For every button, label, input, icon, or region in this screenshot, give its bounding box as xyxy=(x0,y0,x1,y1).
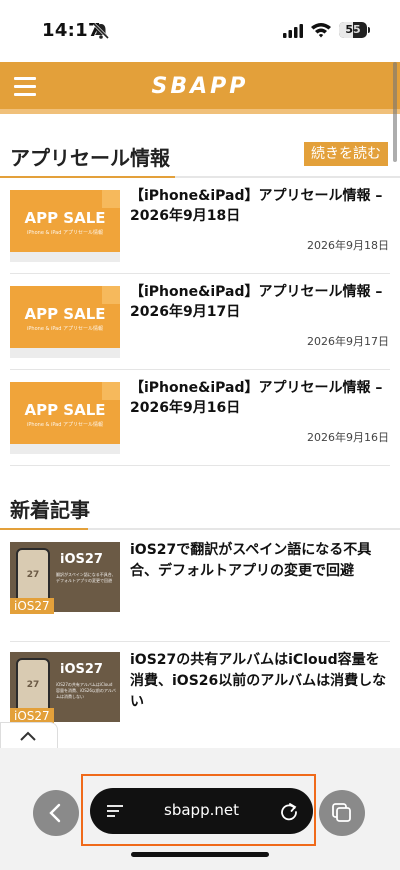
sale-section-title: アプリセール情報 xyxy=(10,146,170,170)
sale-list-item[interactable]: APP SALE iPhone & iPad アプリセール情報 【iPhone&… xyxy=(0,372,400,466)
read-more-button[interactable]: 続きを読む xyxy=(304,142,388,166)
sale-item-date: 2026年9月18日 xyxy=(307,239,389,252)
site-logo[interactable]: SBAPP xyxy=(0,74,400,99)
news-item-title[interactable]: iOS27で翻訳がスペイン語になる不具合、デフォルトアプリの変更で回避 xyxy=(130,540,392,582)
news-list-item[interactable]: 27 iOS27 iOS27の共有アルバムはiCloud容量を消費、iOS26以… xyxy=(0,642,400,752)
news-section-header: 新着記事 xyxy=(0,490,400,530)
sale-section-header: アプリセール情報 続きを読む xyxy=(0,138,400,178)
tabs-button[interactable] xyxy=(319,790,365,836)
cellular-signal-icon xyxy=(283,24,303,38)
chevron-left-icon xyxy=(49,803,61,823)
sale-item-date: 2026年9月17日 xyxy=(307,335,389,348)
status-bar: 14:17 55 xyxy=(0,0,400,62)
home-indicator[interactable] xyxy=(131,852,269,857)
sale-list-item[interactable]: APP SALE iPhone & iPad アプリセール情報 【iPhone&… xyxy=(0,180,400,274)
battery-icon: 55 xyxy=(339,22,367,38)
battery-level: 55 xyxy=(345,23,361,36)
news-item-title[interactable]: iOS27の共有アルバムはiCloud容量を消費、iOS26以前のアルバムは消費… xyxy=(130,650,392,713)
battery-tip xyxy=(368,27,370,33)
browser-toolbar: sbapp.net xyxy=(0,748,400,870)
reload-icon[interactable] xyxy=(279,801,299,821)
address-bar[interactable]: sbapp.net xyxy=(90,788,313,834)
category-tag[interactable]: iOS27 xyxy=(10,598,54,614)
app-sale-thumbnail[interactable]: APP SALE iPhone & iPad アプリセール情報 xyxy=(10,286,120,358)
site-header: SBAPP xyxy=(0,62,400,114)
chevron-up-icon xyxy=(20,731,36,741)
sale-item-date: 2026年9月16日 xyxy=(307,431,389,444)
wifi-icon xyxy=(311,23,331,38)
sale-item-title[interactable]: 【iPhone&iPad】アプリセール情報 – 2026年9月16日 xyxy=(130,378,392,418)
app-sale-thumbnail[interactable]: APP SALE iPhone & iPad アプリセール情報 xyxy=(10,382,120,454)
news-list-item[interactable]: 27 iOS27 翻訳がスペイン語になる不具合、デフォルトアプリの変更で回避 i… xyxy=(0,532,400,642)
sale-list-item[interactable]: APP SALE iPhone & iPad アプリセール情報 【iPhone&… xyxy=(0,276,400,370)
sale-item-title[interactable]: 【iPhone&iPad】アプリセール情報 – 2026年9月18日 xyxy=(130,186,392,226)
app-sale-thumbnail[interactable]: APP SALE iPhone & iPad アプリセール情報 xyxy=(10,190,120,262)
bell-muted-icon xyxy=(92,22,110,40)
tabs-icon xyxy=(332,803,351,822)
back-button[interactable] xyxy=(33,790,79,836)
scroll-to-top-button[interactable] xyxy=(0,722,58,749)
sale-item-title[interactable]: 【iPhone&iPad】アプリセール情報 – 2026年9月17日 xyxy=(130,282,392,322)
news-section-title: 新着記事 xyxy=(10,498,90,522)
